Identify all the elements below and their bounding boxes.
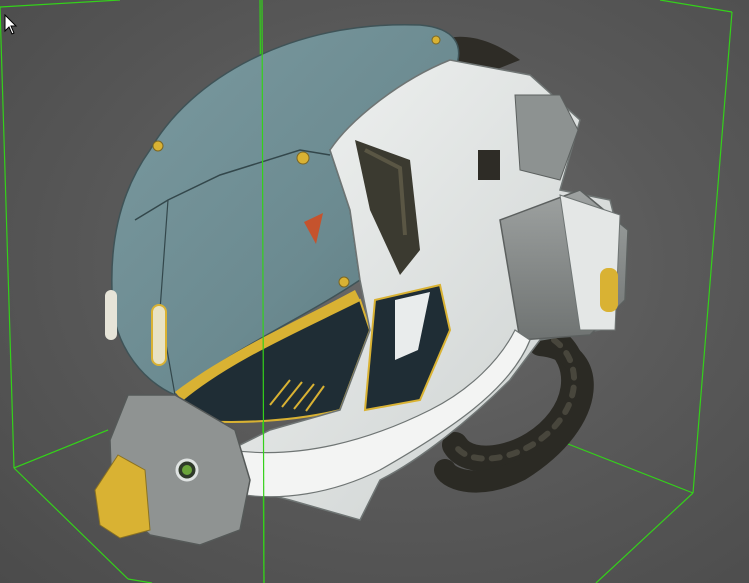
arrow-cursor-icon: [4, 14, 18, 35]
left-white-strip: [105, 290, 117, 340]
3d-viewport[interactable]: [0, 0, 749, 583]
side-slot-dark: [478, 150, 500, 180]
green-light-core: [182, 465, 192, 475]
viewport-scene: [0, 0, 733, 583]
top-rear-module: [514, 94, 579, 181]
right-yellow-light: [600, 268, 618, 312]
side-yellow-slot: [151, 304, 167, 366]
